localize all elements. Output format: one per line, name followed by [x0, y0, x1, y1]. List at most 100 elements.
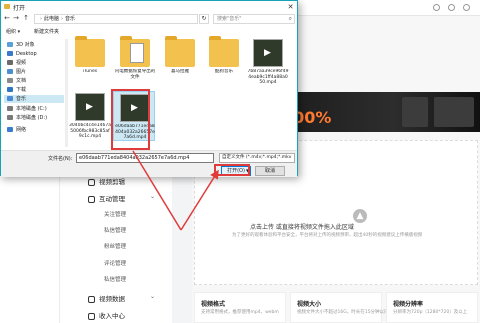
req-desc: 支持常用格式，推荐使用mp4、webm: [201, 310, 279, 315]
file-list: iTunes 闪电数据恢复导出的文件 喜马拉雅 酷狗音乐 ▶ 7b87aa39ce96f4…: [69, 36, 297, 149]
upload-hint: 为了更好的观看体验和平台安全，平台将对上传的视频预审，超出40秒的视频建议上传横…: [232, 233, 423, 238]
menu-item-message[interactable]: 私信管理: [104, 226, 126, 234]
nav-item-icon: [7, 42, 13, 47]
nav-item-label: 本地磁盘 (D:): [16, 115, 48, 121]
req-title: 视频分辨率: [393, 301, 424, 308]
new-folder-button[interactable]: 新建文件夹: [34, 28, 59, 35]
nav-item[interactable]: 本地磁盘 (D:): [7, 114, 47, 122]
req-desc: 视频文件大小不超过16G，时长在15分钟以内: [297, 310, 389, 315]
nav-item-label: 音乐: [16, 96, 27, 102]
notification-icon[interactable]: [433, 4, 440, 11]
nav-item-icon: [7, 51, 13, 56]
close-button[interactable]: ✕: [285, 2, 296, 12]
address-bar[interactable]: › 此电脑 › 音乐: [34, 14, 198, 24]
refresh-icon[interactable]: ↻: [199, 14, 209, 24]
menu-video-data[interactable]: 视频数据: [88, 293, 125, 303]
folder-item[interactable]: 喜马拉雅: [159, 36, 201, 87]
nav-item[interactable]: 视频: [7, 59, 26, 67]
nav-item-icon: [7, 87, 13, 92]
folder-item[interactable]: iTunes: [69, 36, 111, 87]
settings-icon[interactable]: [448, 4, 455, 11]
address-segment-pc[interactable]: 此电脑: [44, 16, 59, 22]
req-title: 视频格式: [201, 301, 226, 308]
dialog-toolbar: 组织 ▾ 新建文件夹: [1, 26, 297, 37]
folder-icon: [75, 36, 105, 67]
req-format-card: 视频格式 支持常用格式，推荐使用mp4、webm: [194, 292, 286, 323]
up-arrow-icon[interactable]: ↑: [22, 14, 30, 23]
folder-icon: [120, 36, 150, 67]
address-segment-music[interactable]: 音乐: [65, 16, 75, 22]
chevron-down-icon[interactable]: ⌄: [150, 193, 155, 200]
req-title: 视频大小: [297, 301, 322, 308]
address-row: ← → ↑ › 此电脑 › 音乐 ↻ 搜索"音乐" ⌕: [1, 13, 297, 25]
req-desc: 分辨率为720p（1280*720）及以上: [393, 310, 468, 315]
file-name: 喜马拉雅: [171, 69, 189, 74]
nav-item-icon: [7, 96, 13, 101]
video-file-item[interactable]: ▶ 3040bc4c4e1467a5006fbc983c85af9c1c.mp4: [69, 91, 111, 141]
nav-item-label: Desktop: [16, 51, 37, 57]
nav-item-icon: [7, 127, 13, 132]
nav-item-icon: [7, 69, 13, 74]
forward-arrow-icon[interactable]: →: [12, 14, 20, 23]
menu-item-private[interactable]: 私信管理: [104, 275, 126, 283]
video-edit-icon: [88, 178, 95, 186]
menu-interaction[interactable]: 互动管理: [88, 193, 125, 203]
nav-item-label: 网络: [16, 127, 27, 133]
organize-button[interactable]: 组织 ▾: [6, 28, 20, 35]
nav-item[interactable]: 文档: [7, 77, 26, 85]
back-arrow-icon[interactable]: ←: [3, 14, 11, 23]
nav-item-label: 下载: [16, 87, 27, 93]
folder-item[interactable]: 酷狗音乐: [203, 36, 245, 87]
nav-item[interactable]: 图片: [7, 68, 26, 76]
nav-item-label: 图片: [16, 69, 27, 75]
video-thumbnail-icon: ▶: [253, 39, 283, 67]
search-icon: ⌕: [288, 15, 292, 22]
video-data-icon: [88, 295, 95, 303]
nav-item-icon: [7, 115, 13, 120]
req-size-card: 视频大小 视频文件大小不超过16G，时长在15分钟以内: [290, 292, 388, 323]
folder-item[interactable]: 闪电数据恢复导出的文件: [114, 36, 156, 87]
file-name: 3040bc4c4e1467a5006fbc983c85af9c1c.mp4: [69, 123, 111, 139]
filetype-select[interactable]: 自定义文件 (*.m4v;*.mp4;*.mkv: [219, 153, 295, 163]
upload-icon: ▲: [353, 209, 367, 223]
menu-item-comments[interactable]: 评论管理: [104, 259, 126, 267]
nav-item[interactable]: 3D 对象: [7, 41, 35, 49]
cancel-button[interactable]: 取消: [255, 166, 285, 176]
chevron-down-icon[interactable]: ⌄: [150, 293, 155, 300]
menu-item-fans[interactable]: 粉丝管理: [104, 242, 126, 250]
filename-input[interactable]: e06daab771eda8404a032a2657e7a6d.mp4: [76, 153, 214, 163]
nav-item-label: 本地磁盘 (C:): [16, 106, 47, 112]
nav-scrollbar[interactable]: [65, 39, 68, 147]
file-name: 7b87aa39ce96f494eab9c1ff4a88a050.mp4: [247, 69, 289, 85]
nav-item[interactable]: 网络: [7, 126, 26, 134]
play-icon: ▶: [264, 48, 271, 58]
menu-item-follow[interactable]: 关注管理: [104, 210, 126, 218]
income-icon: [88, 312, 95, 320]
nav-item-icon: [7, 60, 13, 65]
video-file-item[interactable]: ▶ 7b87aa39ce96f494eab9c1ff4a88a050.mp4: [247, 37, 289, 87]
nav-item-label: 文档: [16, 78, 27, 84]
filename-label: 文件名(N):: [48, 156, 73, 162]
nav-item-label: 3D 对象: [16, 42, 35, 48]
navigation-pane: 3D 对象 Desktop 视频图片文档下载音乐本地磁盘 (C:) 本地磁盘 (D:)…: [4, 39, 65, 149]
folder-icon: [209, 36, 239, 67]
address-sep: ›: [40, 16, 42, 22]
nav-item[interactable]: 下载: [7, 86, 26, 94]
promo-image: [402, 97, 428, 127]
dialog-title-bar[interactable]: 打开 ✕: [1, 1, 297, 13]
upload-title: 点击上传 或直接将视频文件拖入此区域: [250, 224, 354, 231]
open-button-highlight: [214, 164, 250, 176]
menu-income[interactable]: 收入中心: [88, 310, 125, 320]
menu-video-edit[interactable]: 视频剪辑: [88, 176, 125, 186]
search-input[interactable]: 搜索"音乐" ⌕: [213, 14, 295, 24]
nav-item[interactable]: 音乐: [4, 95, 64, 103]
nav-item[interactable]: 本地磁盘 (C:): [7, 105, 47, 113]
req-resolution-card: 视频分辨率 分辨率为720p（1280*720）及以上: [386, 292, 478, 323]
nav-item-icon: [7, 106, 13, 111]
avatar[interactable]: [463, 4, 470, 11]
nav-item[interactable]: Desktop: [7, 50, 37, 58]
folder-icon: [4, 4, 10, 9]
file-name: 酷狗音乐: [215, 69, 233, 74]
dialog-title: 打开: [13, 5, 26, 12]
file-name: 闪电数据恢复导出的文件: [114, 69, 156, 80]
